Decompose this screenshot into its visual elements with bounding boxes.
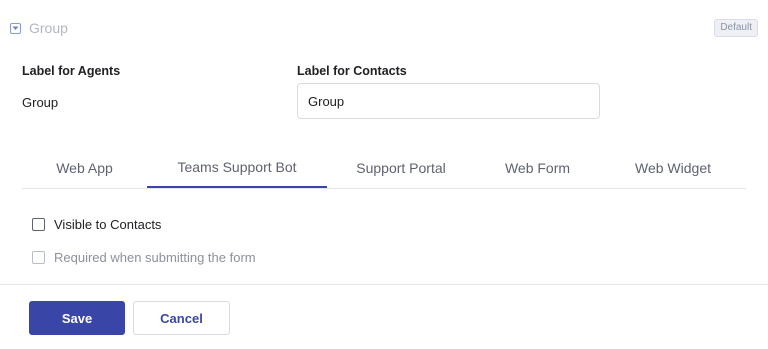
label-for-contacts-heading: Label for Contacts [297,64,407,78]
field-settings-panel: Group Default Label for Agents Group Lab… [0,0,768,349]
field-header: Group [10,20,68,36]
default-badge: Default [714,19,758,37]
tab-web-form[interactable]: Web Form [475,148,600,187]
required-option[interactable]: Required when submitting the form [32,250,256,265]
required-checkbox[interactable] [32,251,45,264]
visible-to-contacts-checkbox[interactable] [32,218,45,231]
label-for-contacts-input[interactable] [297,83,600,119]
dropdown-icon[interactable] [10,22,21,34]
label-for-agents-heading: Label for Agents [22,64,121,78]
required-label: Required when submitting the form [54,250,256,265]
label-for-agents-value: Group [22,95,59,110]
tab-support-portal[interactable]: Support Portal [327,148,475,187]
cancel-button[interactable]: Cancel [133,301,230,335]
tab-teams-support-bot[interactable]: Teams Support Bot [147,148,327,188]
field-title: Group [29,20,68,36]
tab-web-widget[interactable]: Web Widget [600,148,746,187]
save-button[interactable]: Save [29,301,125,335]
footer-divider [0,284,768,285]
channel-tabs: Web App Teams Support Bot Support Portal… [22,148,746,189]
tab-web-app[interactable]: Web App [22,148,147,187]
visible-to-contacts-label: Visible to Contacts [54,217,162,232]
visible-to-contacts-option[interactable]: Visible to Contacts [32,217,161,232]
